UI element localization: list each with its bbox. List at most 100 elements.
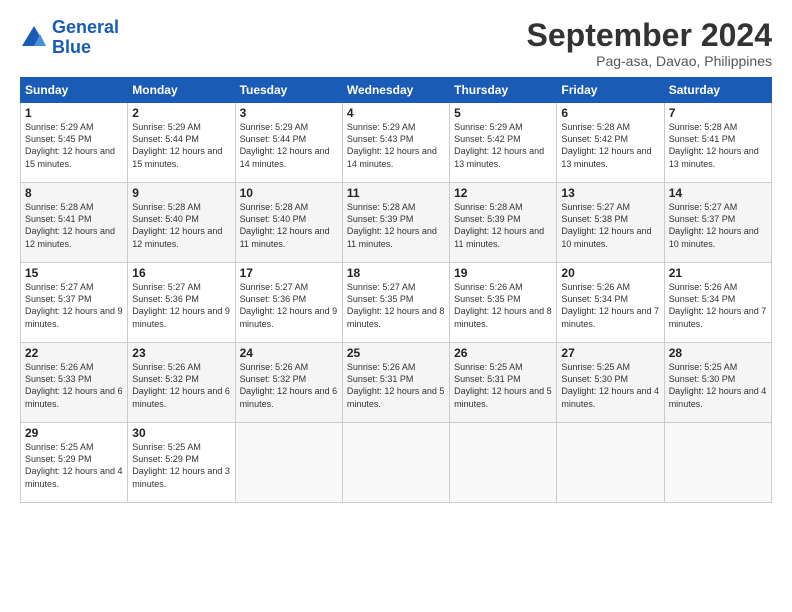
col-saturday: Saturday (664, 78, 771, 103)
day-number: 1 (25, 106, 123, 120)
day-number: 24 (240, 346, 338, 360)
cell-info: Sunrise: 5:25 AMSunset: 5:29 PMDaylight:… (132, 442, 230, 488)
day-number: 21 (669, 266, 767, 280)
cell-info: Sunrise: 5:29 AMSunset: 5:44 PMDaylight:… (132, 122, 222, 168)
calendar-cell: 18 Sunrise: 5:27 AMSunset: 5:35 PMDaylig… (342, 263, 449, 343)
calendar-cell: 12 Sunrise: 5:28 AMSunset: 5:39 PMDaylig… (450, 183, 557, 263)
calendar-cell: 30 Sunrise: 5:25 AMSunset: 5:29 PMDaylig… (128, 423, 235, 503)
calendar-row: 8 Sunrise: 5:28 AMSunset: 5:41 PMDayligh… (21, 183, 772, 263)
calendar-cell: 2 Sunrise: 5:29 AMSunset: 5:44 PMDayligh… (128, 103, 235, 183)
day-number: 23 (132, 346, 230, 360)
calendar-cell (664, 423, 771, 503)
day-number: 8 (25, 186, 123, 200)
calendar-cell (450, 423, 557, 503)
cell-info: Sunrise: 5:25 AMSunset: 5:31 PMDaylight:… (454, 362, 552, 408)
col-friday: Friday (557, 78, 664, 103)
calendar-cell: 19 Sunrise: 5:26 AMSunset: 5:35 PMDaylig… (450, 263, 557, 343)
day-number: 16 (132, 266, 230, 280)
day-number: 5 (454, 106, 552, 120)
page: General Blue September 2024 Pag-asa, Dav… (0, 0, 792, 612)
calendar-cell: 9 Sunrise: 5:28 AMSunset: 5:40 PMDayligh… (128, 183, 235, 263)
header: General Blue September 2024 Pag-asa, Dav… (20, 18, 772, 69)
calendar-row: 1 Sunrise: 5:29 AMSunset: 5:45 PMDayligh… (21, 103, 772, 183)
day-number: 25 (347, 346, 445, 360)
day-number: 9 (132, 186, 230, 200)
cell-info: Sunrise: 5:26 AMSunset: 5:34 PMDaylight:… (669, 282, 767, 328)
calendar-cell: 16 Sunrise: 5:27 AMSunset: 5:36 PMDaylig… (128, 263, 235, 343)
calendar-cell: 27 Sunrise: 5:25 AMSunset: 5:30 PMDaylig… (557, 343, 664, 423)
day-number: 28 (669, 346, 767, 360)
calendar-cell: 17 Sunrise: 5:27 AMSunset: 5:36 PMDaylig… (235, 263, 342, 343)
calendar-table: Sunday Monday Tuesday Wednesday Thursday… (20, 77, 772, 503)
day-number: 2 (132, 106, 230, 120)
day-number: 29 (25, 426, 123, 440)
day-number: 17 (240, 266, 338, 280)
calendar-cell: 23 Sunrise: 5:26 AMSunset: 5:32 PMDaylig… (128, 343, 235, 423)
day-number: 26 (454, 346, 552, 360)
month-title: September 2024 (527, 18, 772, 53)
cell-info: Sunrise: 5:26 AMSunset: 5:33 PMDaylight:… (25, 362, 123, 408)
cell-info: Sunrise: 5:27 AMSunset: 5:35 PMDaylight:… (347, 282, 445, 328)
day-number: 22 (25, 346, 123, 360)
calendar-cell: 15 Sunrise: 5:27 AMSunset: 5:37 PMDaylig… (21, 263, 128, 343)
cell-info: Sunrise: 5:27 AMSunset: 5:38 PMDaylight:… (561, 202, 651, 248)
col-monday: Monday (128, 78, 235, 103)
calendar-cell: 28 Sunrise: 5:25 AMSunset: 5:30 PMDaylig… (664, 343, 771, 423)
calendar-cell: 20 Sunrise: 5:26 AMSunset: 5:34 PMDaylig… (557, 263, 664, 343)
cell-info: Sunrise: 5:27 AMSunset: 5:36 PMDaylight:… (132, 282, 230, 328)
cell-info: Sunrise: 5:29 AMSunset: 5:45 PMDaylight:… (25, 122, 115, 168)
calendar-cell: 6 Sunrise: 5:28 AMSunset: 5:42 PMDayligh… (557, 103, 664, 183)
logo-line2: Blue (52, 37, 91, 57)
cell-info: Sunrise: 5:28 AMSunset: 5:41 PMDaylight:… (669, 122, 759, 168)
cell-info: Sunrise: 5:27 AMSunset: 5:37 PMDaylight:… (669, 202, 759, 248)
col-thursday: Thursday (450, 78, 557, 103)
day-number: 12 (454, 186, 552, 200)
calendar-cell: 25 Sunrise: 5:26 AMSunset: 5:31 PMDaylig… (342, 343, 449, 423)
cell-info: Sunrise: 5:25 AMSunset: 5:29 PMDaylight:… (25, 442, 123, 488)
calendar-cell (235, 423, 342, 503)
day-number: 14 (669, 186, 767, 200)
calendar-cell (557, 423, 664, 503)
day-number: 18 (347, 266, 445, 280)
day-number: 7 (669, 106, 767, 120)
calendar-cell: 3 Sunrise: 5:29 AMSunset: 5:44 PMDayligh… (235, 103, 342, 183)
day-number: 20 (561, 266, 659, 280)
cell-info: Sunrise: 5:29 AMSunset: 5:43 PMDaylight:… (347, 122, 437, 168)
cell-info: Sunrise: 5:28 AMSunset: 5:40 PMDaylight:… (132, 202, 222, 248)
cell-info: Sunrise: 5:29 AMSunset: 5:44 PMDaylight:… (240, 122, 330, 168)
col-sunday: Sunday (21, 78, 128, 103)
calendar-cell: 7 Sunrise: 5:28 AMSunset: 5:41 PMDayligh… (664, 103, 771, 183)
cell-info: Sunrise: 5:28 AMSunset: 5:39 PMDaylight:… (454, 202, 544, 248)
cell-info: Sunrise: 5:26 AMSunset: 5:31 PMDaylight:… (347, 362, 445, 408)
calendar-cell: 22 Sunrise: 5:26 AMSunset: 5:33 PMDaylig… (21, 343, 128, 423)
calendar-cell (342, 423, 449, 503)
calendar-cell: 1 Sunrise: 5:29 AMSunset: 5:45 PMDayligh… (21, 103, 128, 183)
title-block: September 2024 Pag-asa, Davao, Philippin… (527, 18, 772, 69)
logo-icon (20, 24, 48, 52)
col-tuesday: Tuesday (235, 78, 342, 103)
day-number: 13 (561, 186, 659, 200)
cell-info: Sunrise: 5:28 AMSunset: 5:41 PMDaylight:… (25, 202, 115, 248)
day-number: 15 (25, 266, 123, 280)
calendar-row: 22 Sunrise: 5:26 AMSunset: 5:33 PMDaylig… (21, 343, 772, 423)
day-number: 10 (240, 186, 338, 200)
calendar-body: 1 Sunrise: 5:29 AMSunset: 5:45 PMDayligh… (21, 103, 772, 503)
calendar-cell: 21 Sunrise: 5:26 AMSunset: 5:34 PMDaylig… (664, 263, 771, 343)
calendar-cell: 24 Sunrise: 5:26 AMSunset: 5:32 PMDaylig… (235, 343, 342, 423)
logo: General Blue (20, 18, 119, 58)
cell-info: Sunrise: 5:29 AMSunset: 5:42 PMDaylight:… (454, 122, 544, 168)
calendar-cell: 5 Sunrise: 5:29 AMSunset: 5:42 PMDayligh… (450, 103, 557, 183)
cell-info: Sunrise: 5:26 AMSunset: 5:34 PMDaylight:… (561, 282, 659, 328)
logo-text: General Blue (52, 18, 119, 58)
day-number: 19 (454, 266, 552, 280)
cell-info: Sunrise: 5:28 AMSunset: 5:39 PMDaylight:… (347, 202, 437, 248)
calendar-row: 29 Sunrise: 5:25 AMSunset: 5:29 PMDaylig… (21, 423, 772, 503)
cell-info: Sunrise: 5:26 AMSunset: 5:32 PMDaylight:… (240, 362, 338, 408)
day-number: 30 (132, 426, 230, 440)
logo-line1: General (52, 17, 119, 37)
day-number: 11 (347, 186, 445, 200)
cell-info: Sunrise: 5:25 AMSunset: 5:30 PMDaylight:… (561, 362, 659, 408)
cell-info: Sunrise: 5:28 AMSunset: 5:42 PMDaylight:… (561, 122, 651, 168)
cell-info: Sunrise: 5:26 AMSunset: 5:32 PMDaylight:… (132, 362, 230, 408)
cell-info: Sunrise: 5:27 AMSunset: 5:36 PMDaylight:… (240, 282, 338, 328)
